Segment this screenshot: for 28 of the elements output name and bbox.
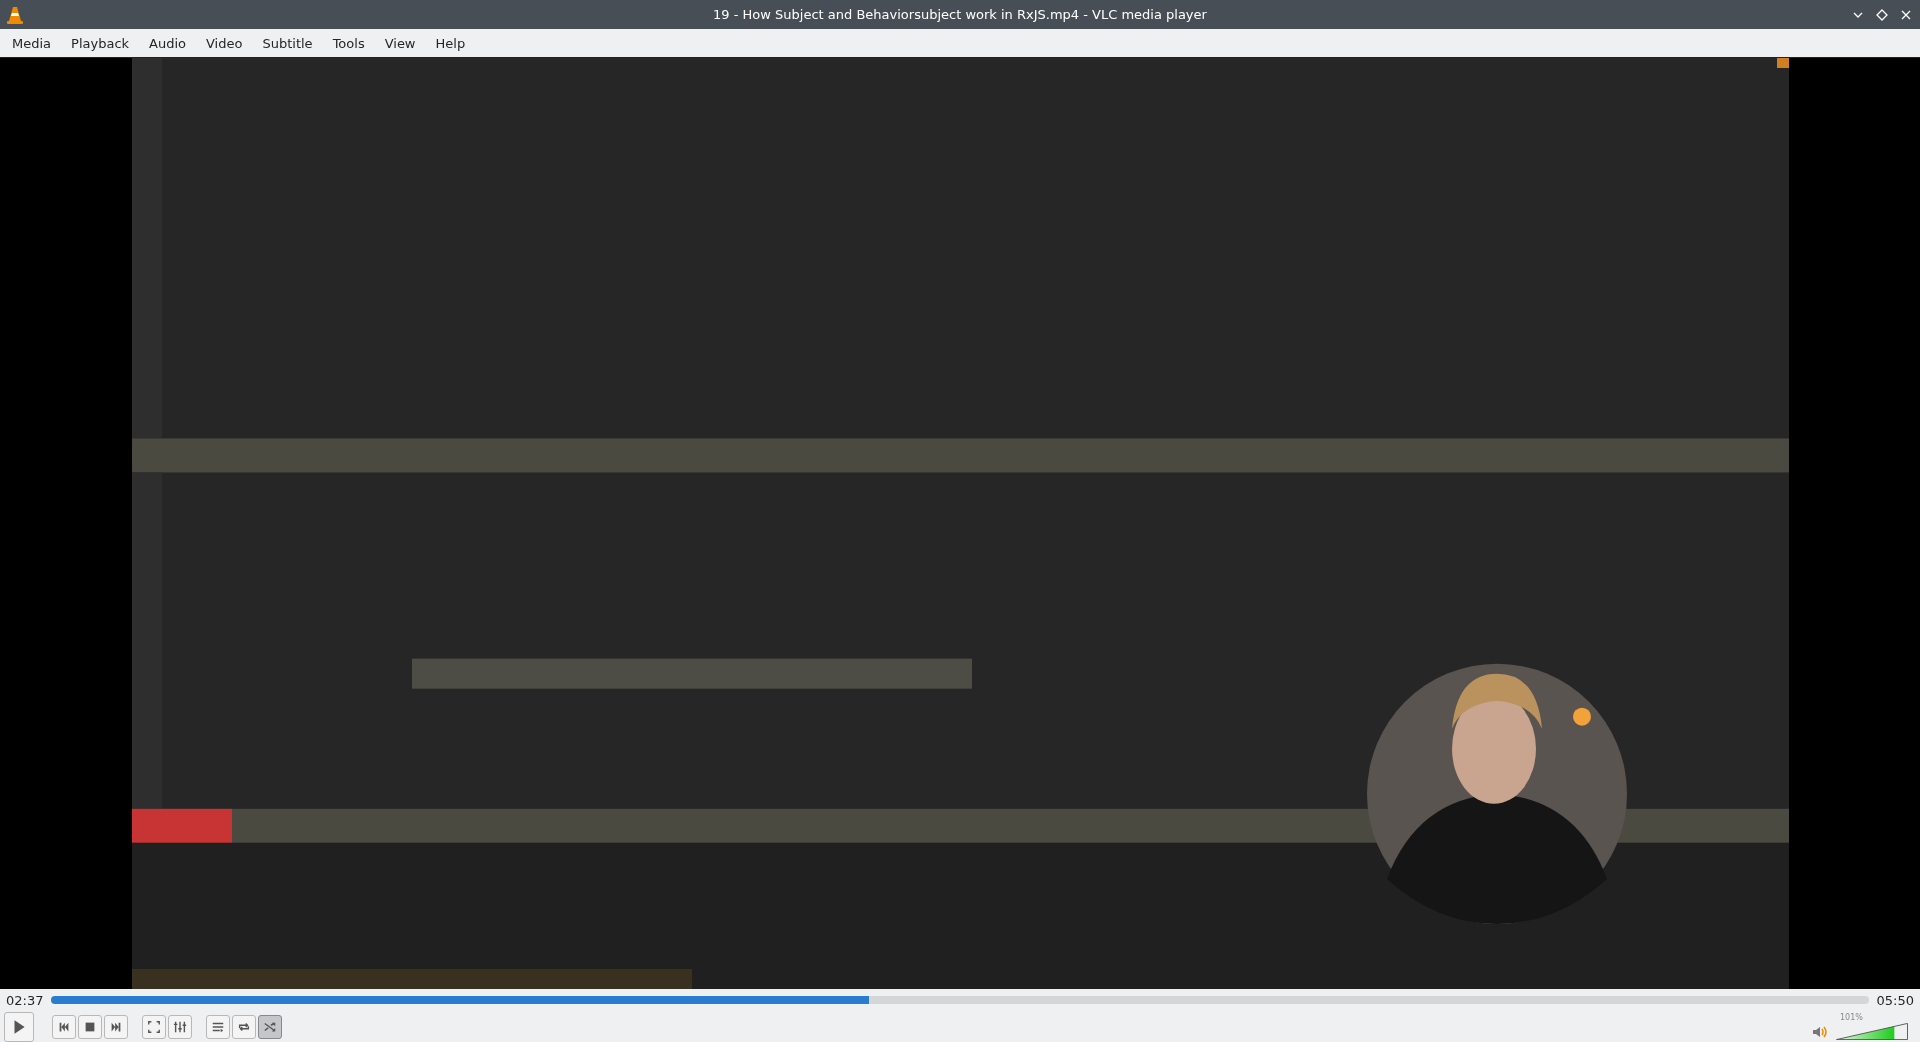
fullscreen-button[interactable] [142,1014,166,1039]
playlist-button[interactable] [206,1014,230,1039]
menu-item[interactable]: Video [196,35,253,51]
menu-item[interactable]: Help [425,35,476,51]
play-button[interactable] [4,1011,34,1042]
menu-item[interactable]: Playback [61,35,140,51]
equalizer-button[interactable] [168,1014,192,1039]
next-button[interactable] [104,1014,128,1039]
close-icon[interactable] [1900,8,1912,21]
traffic-cone-icon [7,5,23,24]
menu-item[interactable]: Tools [322,35,375,51]
menu-item[interactable]: Subtitle [252,35,323,51]
loop-button[interactable] [232,1014,256,1039]
menu-item[interactable]: Audio [139,35,196,51]
window-title: 19 - How Subject and Behaviorsubject work in RxJS.mp4 - VLC media player [713,7,1207,22]
previous-button[interactable] [52,1014,76,1039]
menu-item[interactable]: Media [2,35,62,51]
volume-reading: 101% [1840,1013,1863,1023]
stop-button[interactable] [78,1014,102,1039]
seek-bar[interactable] [51,996,1869,1004]
speaker-icon[interactable] [1812,1024,1828,1040]
maximize-icon[interactable] [1876,8,1888,21]
equalizer-icon [173,1019,187,1034]
elapsed-time: 02:37 [6,992,44,1008]
fullscreen-icon [147,1019,161,1034]
shuffle-button[interactable] [258,1014,282,1039]
total-time: 05:50 [1876,992,1914,1008]
menu-item[interactable]: View [374,35,426,51]
